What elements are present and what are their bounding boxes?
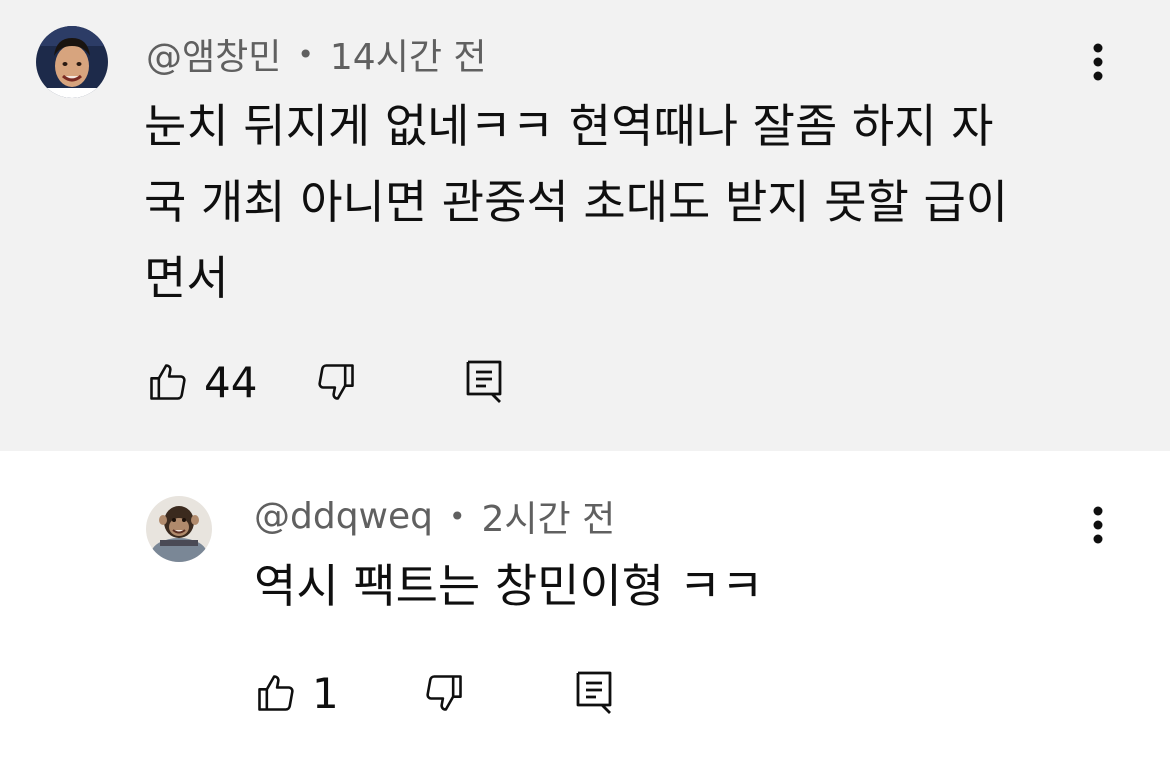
more-options-button[interactable] xyxy=(1078,32,1118,92)
thumbs-up-icon xyxy=(150,364,186,400)
reply-button[interactable] xyxy=(464,358,504,406)
comment-actions: 44 xyxy=(146,352,566,412)
comment-actions: 1 xyxy=(254,663,674,723)
avatar-photo-chimpanzee-icon xyxy=(146,496,212,562)
thumbs-up-icon xyxy=(258,675,294,711)
reply-button[interactable] xyxy=(574,669,614,717)
timestamp[interactable]: 14시간 전 xyxy=(330,28,487,80)
comment-meta: @ddqweq • 2시간 전 xyxy=(254,490,616,542)
dislike-button[interactable] xyxy=(422,671,466,715)
avatar[interactable] xyxy=(146,496,212,562)
meta-separator: • xyxy=(297,37,314,71)
comment-reply: @ddqweq • 2시간 전 역시 팩트는 창민이형 ㅋㅋ 1 xyxy=(0,451,1170,763)
username[interactable]: @ddqweq xyxy=(254,496,433,537)
comments-panel: @앰창민 • 14시간 전 눈치 뒤지게 없네ㅋㅋ 현역때나 잘좀 하지 자 국… xyxy=(0,0,1170,763)
dislike-button[interactable] xyxy=(314,360,358,404)
more-options-button[interactable] xyxy=(1078,495,1118,555)
timestamp[interactable]: 2시간 전 xyxy=(482,490,616,542)
reply-comment-icon xyxy=(466,360,502,403)
username[interactable]: @앰창민 xyxy=(146,28,281,80)
comment-meta: @앰창민 • 14시간 전 xyxy=(146,30,487,78)
comment-text: 눈치 뒤지게 없네ㅋㅋ 현역때나 잘좀 하지 자 국 개최 아니면 관중석 초대… xyxy=(144,99,1009,305)
avatar[interactable] xyxy=(36,26,108,98)
comment-text: 역시 팩트는 창민이형 ㅋㅋ xyxy=(254,559,764,613)
reply-comment-icon xyxy=(576,671,612,714)
thumbs-down-icon xyxy=(318,364,354,400)
more-vertical-icon xyxy=(1093,506,1103,544)
thumbs-down-icon xyxy=(426,675,462,711)
like-count: 44 xyxy=(204,357,258,407)
comment-thread-highlighted: @앰창민 • 14시간 전 눈치 뒤지게 없네ㅋㅋ 현역때나 잘좀 하지 자 국… xyxy=(0,0,1170,451)
avatar-photo-soccer-player-icon xyxy=(36,26,108,98)
more-vertical-icon xyxy=(1093,43,1103,81)
like-count: 1 xyxy=(312,668,339,718)
like-button[interactable]: 44 xyxy=(146,352,257,412)
like-button[interactable]: 1 xyxy=(254,663,339,723)
meta-separator: • xyxy=(449,499,466,533)
